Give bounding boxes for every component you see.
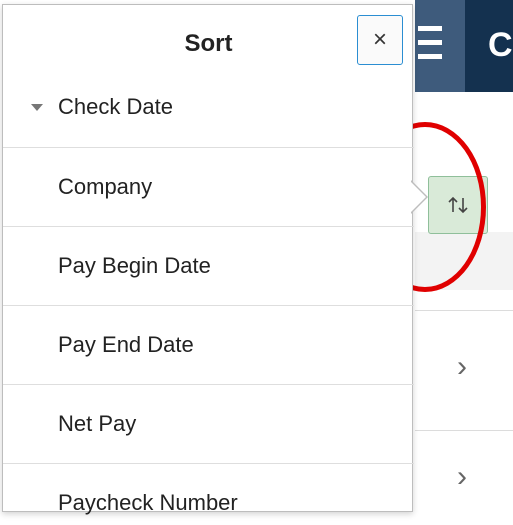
sort-option-label: Paycheck Number [58, 490, 238, 515]
hamburger-menu-icon[interactable] [418, 26, 442, 64]
sort-option-label: Net Pay [58, 411, 137, 436]
screen: C › › Sort × Check Date Company Pay Begi… [0, 0, 513, 525]
row-divider [415, 430, 513, 431]
close-icon: × [372, 26, 387, 53]
popup-title: Sort [184, 30, 233, 57]
sort-option-check-date[interactable]: Check Date [3, 69, 414, 148]
header-title-fragment: C [488, 26, 513, 64]
sort-popup: Sort × Check Date Company Pay Begin Date… [2, 4, 414, 515]
row-divider [415, 310, 513, 311]
popup-pointer-fill [410, 181, 426, 213]
chevron-right-icon[interactable]: › [452, 352, 472, 382]
sort-option-pay-begin-date[interactable]: Pay Begin Date [3, 227, 414, 306]
sort-up-down-icon [448, 196, 468, 214]
sort-option-label: Pay End Date [58, 332, 194, 357]
sort-option-net-pay[interactable]: Net Pay [3, 385, 414, 464]
sort-options-list: Check Date Company Pay Begin Date Pay En… [3, 69, 414, 525]
sort-option-label: Company [58, 174, 153, 199]
list-header-area [415, 232, 513, 290]
sort-option-label: Pay Begin Date [58, 253, 211, 278]
sort-button[interactable] [428, 176, 488, 234]
chevron-right-icon[interactable]: › [452, 462, 472, 492]
sort-option-label: Check Date [58, 94, 173, 119]
triangle-down-icon [31, 104, 43, 111]
sort-option-paycheck-number[interactable]: Paycheck Number [3, 464, 414, 525]
close-button[interactable]: × [357, 15, 403, 65]
sort-option-company[interactable]: Company [3, 148, 414, 227]
sort-option-pay-end-date[interactable]: Pay End Date [3, 306, 414, 385]
